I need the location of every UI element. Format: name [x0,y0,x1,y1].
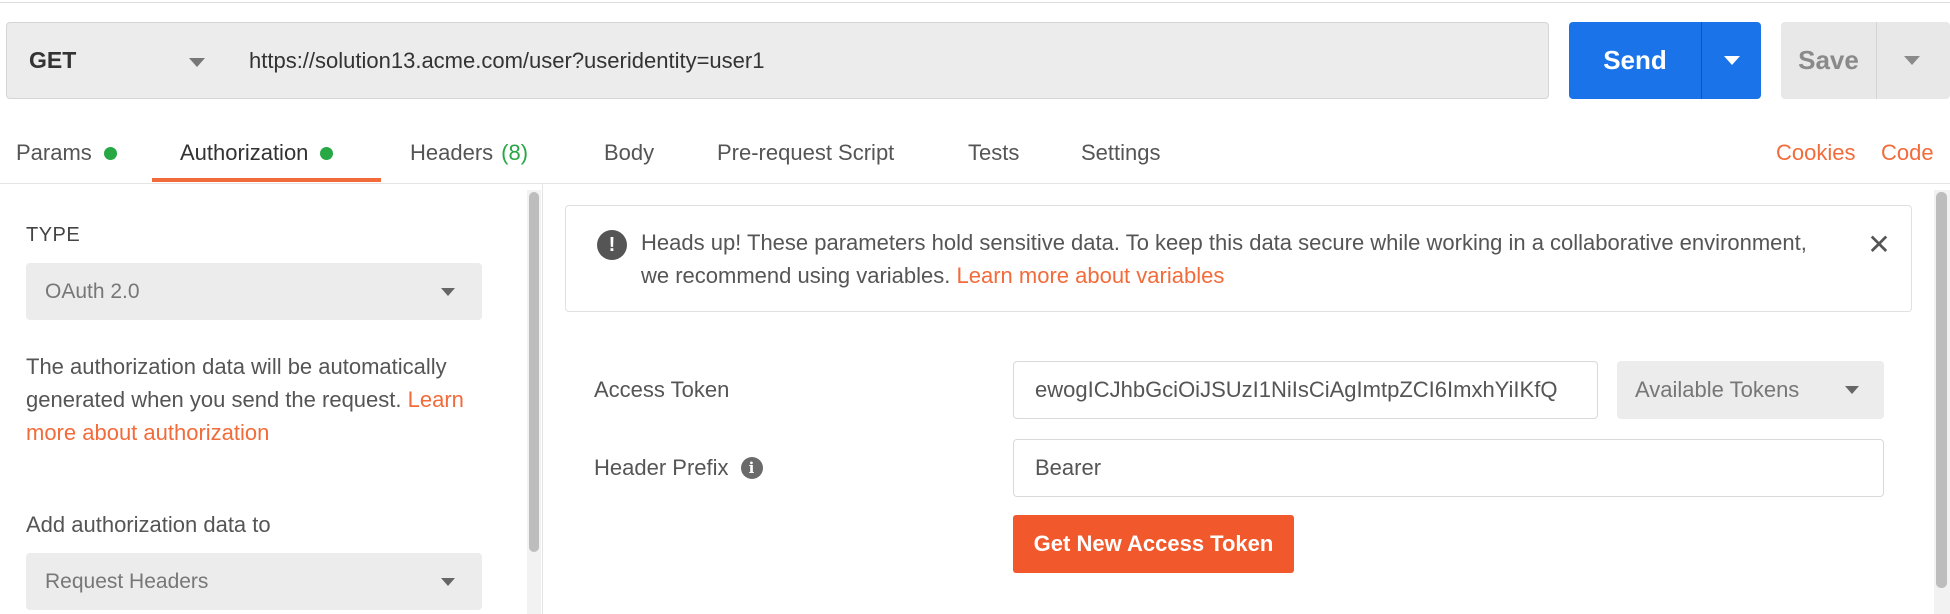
header-prefix-value: Bearer [1035,455,1102,480]
auth-type-value: OAuth 2.0 [45,279,140,303]
method-value: GET [29,47,77,73]
tab-label: Params [16,140,92,165]
tab-label: Body [604,140,655,165]
access-token-label: Access Token [594,375,729,405]
code-link[interactable]: Code [1881,136,1934,170]
url-input[interactable]: https://solution13.acme.com/user?useride… [229,22,1549,99]
chevron-down-icon [1724,56,1740,65]
auth-description-text: The authorization data will be automatic… [26,354,447,412]
status-dot-icon [103,146,117,160]
tab-settings[interactable]: Settings [1081,136,1161,170]
chevron-down-icon [441,288,455,296]
tab-params[interactable]: Params [16,136,117,170]
send-button[interactable]: Send [1569,22,1701,99]
add-auth-to-select[interactable]: Request Headers [26,553,482,610]
tab-pre-request-script[interactable]: Pre-request Script [717,136,894,170]
send-options-button[interactable] [1702,22,1761,99]
auth-type-select[interactable]: OAuth 2.0 [26,263,482,320]
alert-text: Heads up! These parameters hold sensitiv… [641,226,1821,292]
pane-divider [542,184,543,614]
chevron-down-icon [189,58,205,67]
chevron-down-icon [441,578,455,586]
close-icon[interactable]: ✕ [1865,231,1893,259]
tab-label: Settings [1081,140,1161,165]
tab-body[interactable]: Body [604,136,654,170]
type-label: TYPE [26,224,81,246]
access-token-input[interactable]: ewogICJhbGciOiJSUzI1NiIsCiAgImtpZCI6Imxh… [1013,361,1598,419]
method-select[interactable]: GET [6,22,230,99]
save-options-button[interactable] [1877,22,1950,99]
tab-tests[interactable]: Tests [968,136,1019,170]
chevron-down-icon [1904,56,1920,65]
tabs-divider [0,183,1950,184]
tab-label: Authorization [180,140,309,165]
tab-label: Pre-request Script [717,140,895,165]
chevron-down-icon [1845,386,1859,394]
url-value: https://solution13.acme.com/user?useride… [249,47,765,73]
save-button[interactable]: Save [1781,22,1876,99]
header-prefix-input[interactable]: Bearer [1013,439,1884,497]
headers-count-badge: (8) [501,140,529,165]
available-tokens-select[interactable]: Available Tokens [1617,361,1884,419]
top-border [0,2,1950,3]
active-tab-indicator [152,178,381,182]
tab-authorization[interactable]: Authorization [180,136,334,170]
cookies-link[interactable]: Cookies [1776,136,1855,170]
get-new-access-token-button[interactable]: Get New Access Token [1013,515,1294,573]
tab-label: Headers [410,140,494,165]
access-token-value: ewogICJhbGciOiJSUzI1NiIsCiAgImtpZCI6Imxh… [1035,377,1558,402]
left-scrollbar-thumb[interactable] [529,192,539,552]
status-dot-icon [320,146,334,160]
tab-label: Tests [968,140,1020,165]
available-tokens-label: Available Tokens [1635,377,1800,402]
learn-more-variables-link[interactable]: Learn more about variables [957,263,1225,288]
info-icon[interactable]: i [740,457,763,479]
tab-headers[interactable]: Headers (8) [410,136,528,170]
header-prefix-label: Header Prefix i [594,453,763,483]
exclamation-icon: ! [597,230,627,260]
send-button-group: Send [1569,22,1761,99]
header-prefix-label-text: Header Prefix [594,455,729,480]
sensitive-data-alert: ! Heads up! These parameters hold sensit… [565,205,1912,312]
save-button-group: Save [1781,22,1950,99]
add-auth-to-value: Request Headers [45,569,209,593]
add-auth-to-label: Add authorization data to [26,512,271,537]
access-token-label-text: Access Token [594,377,730,402]
right-scrollbar-thumb[interactable] [1936,192,1947,588]
auth-description: The authorization data will be automatic… [26,350,466,449]
